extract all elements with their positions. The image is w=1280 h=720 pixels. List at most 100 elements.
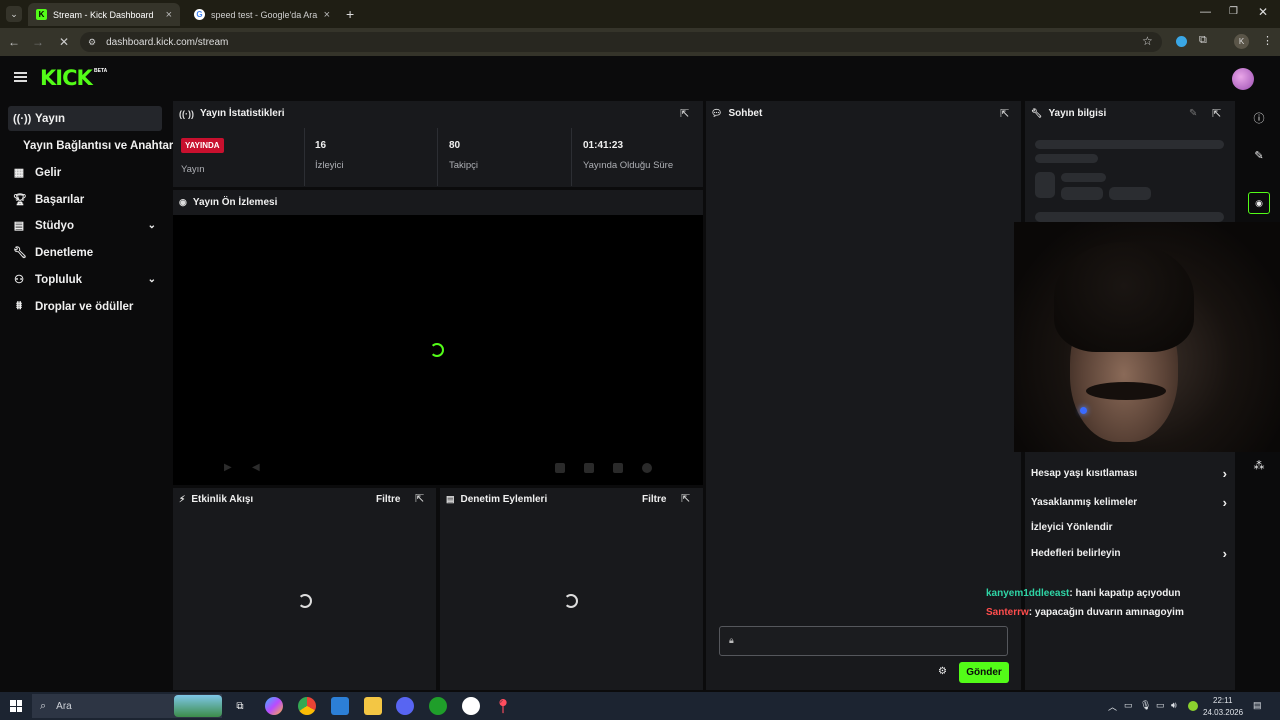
wrench-icon: 🔧︎ bbox=[13, 247, 27, 259]
sidebar-item-label: Droplar ve ödüller bbox=[35, 300, 134, 313]
url-text: dashboard.kick.com/stream bbox=[106, 36, 229, 48]
map-pin-app-icon[interactable]: 📍︎ bbox=[494, 697, 512, 715]
back-icon[interactable]: ← bbox=[6, 34, 22, 50]
tab-title: speed test - Google'da Ara bbox=[211, 9, 318, 20]
uptime-value: 01:41:23 bbox=[583, 140, 624, 151]
fullscreen-icon[interactable] bbox=[613, 463, 623, 473]
app-tray-icon[interactable] bbox=[1188, 701, 1198, 711]
lock-icon: 🔒︎ bbox=[729, 635, 734, 645]
extension-icon[interactable] bbox=[1176, 36, 1187, 47]
volume-tray-icon[interactable]: 🔊︎ bbox=[1171, 700, 1177, 711]
chat-username[interactable]: kanyem1ddleeast bbox=[986, 588, 1069, 599]
play-icon[interactable]: ▶ bbox=[224, 462, 232, 473]
webcam-overlay bbox=[1014, 222, 1280, 452]
speedometer-app-icon[interactable] bbox=[462, 697, 480, 715]
filter-button[interactable]: Filtre bbox=[376, 494, 400, 505]
menu-item-account-age[interactable]: Hesap yaşı kısıtlaması › bbox=[1031, 463, 1227, 483]
popout-icon[interactable]: ⇱ bbox=[680, 107, 689, 120]
sidebar-item-stream-key[interactable]: Yayın Bağlantısı ve Anahtarı bbox=[18, 133, 177, 158]
stat-cell-followers bbox=[438, 128, 572, 186]
tray-chevron-icon[interactable]: ︿ bbox=[1108, 700, 1117, 713]
user-avatar[interactable] bbox=[1232, 68, 1254, 90]
popout-icon[interactable]: ⇱ bbox=[1212, 107, 1221, 120]
preview-title: Yayın Ön İzlemesi bbox=[192, 197, 278, 208]
viewers-label: İzleyici bbox=[315, 160, 344, 171]
kick-logo[interactable]: KICK bbox=[40, 66, 93, 90]
kick-header bbox=[0, 56, 1280, 100]
site-info-icon[interactable]: ⚙ bbox=[88, 37, 96, 48]
filter-button[interactable]: Filtre bbox=[642, 494, 666, 505]
browser-menu-icon[interactable]: ⋮ bbox=[1262, 34, 1273, 47]
tab-kick-dashboard[interactable]: K Stream - Kick Dashboard × bbox=[28, 3, 180, 26]
copilot-icon[interactable] bbox=[265, 697, 283, 715]
edit-icon[interactable]: ✎ bbox=[1248, 144, 1270, 166]
stream-stats-header: ((·)) Yayın İstatistikleri bbox=[179, 108, 285, 119]
chat-text: : yapacağın duvarın amınagoyim bbox=[1028, 607, 1184, 618]
moderation-title: Denetim Eylemleri bbox=[460, 494, 548, 505]
discord-icon[interactable] bbox=[396, 697, 414, 715]
tab-search-icon[interactable]: ⌄ bbox=[6, 6, 22, 22]
sidebar-item-gelir[interactable]: ▦ Gelir bbox=[8, 160, 162, 185]
info-icon[interactable]: ⓘ bbox=[1248, 107, 1270, 129]
live-label: Yayın bbox=[181, 164, 205, 175]
chat-username[interactable]: Santerrw bbox=[986, 607, 1029, 618]
windows-start-icon[interactable] bbox=[10, 700, 22, 712]
preview-icon: ◉ bbox=[179, 197, 187, 207]
hamburger-menu-icon[interactable] bbox=[14, 72, 27, 82]
moderation-actions-header: ▤ Denetim Eylemleri bbox=[446, 494, 547, 505]
chrome-icon[interactable] bbox=[298, 697, 316, 715]
microphone-icon[interactable]: 🎙︎ bbox=[1140, 700, 1151, 711]
new-tab-button[interactable]: + bbox=[346, 6, 354, 22]
vscode-icon[interactable] bbox=[331, 697, 349, 715]
menu-item-banned-words[interactable]: Yasaklanmış kelimeler › bbox=[1031, 492, 1227, 512]
network-icon[interactable]: ▭ bbox=[1156, 700, 1165, 711]
task-view-icon[interactable]: ⧉ bbox=[231, 697, 249, 715]
minimize-icon[interactable]: — bbox=[1200, 6, 1211, 18]
sidebar-item-denetleme[interactable]: 🔧︎ Denetleme bbox=[8, 240, 162, 265]
chat-message: kanyem1ddleeast: hani kapatıp açıyodun bbox=[986, 588, 1181, 599]
popout-icon[interactable]: ⇱ bbox=[681, 492, 690, 505]
tab-google-search[interactable]: G speed test - Google'da Ara × bbox=[186, 3, 338, 26]
nodes-icon[interactable]: ⁂ bbox=[1248, 454, 1270, 476]
sidebar-item-topluluk[interactable]: ⚇ Topluluk ⌄ bbox=[8, 267, 162, 292]
volume-icon[interactable]: ◀︎ bbox=[252, 462, 260, 473]
sidebar-item-yayin[interactable]: ((·)) Yayın bbox=[8, 106, 162, 131]
preview-toggle-icon[interactable]: ◉ bbox=[1248, 192, 1270, 214]
taskbar-clock[interactable]: 22:11 bbox=[1213, 696, 1232, 705]
close-tab-icon[interactable]: × bbox=[166, 9, 172, 21]
chat-input[interactable]: 🔒︎ bbox=[719, 626, 1008, 656]
forward-icon[interactable]: → bbox=[30, 34, 46, 50]
sidebar-item-droplar[interactable]: ⩩ Droplar ve ödüller bbox=[8, 294, 162, 319]
revenue-icon: ▦ bbox=[13, 167, 25, 179]
restore-icon[interactable]: ❐ bbox=[1229, 6, 1238, 17]
close-window-icon[interactable]: ✕ bbox=[1258, 5, 1268, 19]
tab-title: Stream - Kick Dashboard bbox=[53, 9, 154, 20]
close-tab-icon[interactable]: × bbox=[324, 9, 330, 21]
chat-settings-icon[interactable]: ⚙ bbox=[938, 666, 947, 677]
sidebar-item-basarilar[interactable]: 🏆︎ Başarılar bbox=[8, 187, 162, 212]
tray-device-icon[interactable]: ▭ bbox=[1124, 700, 1133, 711]
bookmark-star-icon[interactable]: ☆ bbox=[1142, 34, 1153, 48]
extensions-puzzle-icon[interactable]: ⧉ bbox=[1199, 34, 1207, 47]
profile-avatar[interactable]: K bbox=[1234, 34, 1249, 49]
sidebar-item-studyo[interactable]: ▤ Stüdyo ⌄ bbox=[8, 213, 162, 238]
send-button[interactable]: Gönder bbox=[959, 662, 1009, 683]
chevron-right-icon: › bbox=[1222, 465, 1227, 481]
edit-pencil-icon[interactable]: ✎ bbox=[1189, 108, 1197, 119]
sidebar-item-label: Stüdyo bbox=[35, 219, 74, 232]
address-bar[interactable]: ⚙ dashboard.kick.com/stream bbox=[80, 32, 1162, 52]
clip-icon[interactable] bbox=[555, 463, 565, 473]
stat-cell-viewers bbox=[305, 128, 438, 186]
menu-item-raid[interactable]: İzleyici Yönlendir bbox=[1031, 517, 1227, 537]
xbox-icon[interactable] bbox=[429, 697, 447, 715]
skeleton-tag bbox=[1061, 187, 1103, 200]
taskbar-date[interactable]: 24.03.2026 bbox=[1203, 708, 1243, 717]
popout-icon[interactable]: ⇱ bbox=[415, 492, 424, 505]
theater-icon[interactable] bbox=[584, 463, 594, 473]
file-explorer-icon[interactable] bbox=[364, 697, 382, 715]
notification-icon[interactable]: ▤ bbox=[1253, 700, 1262, 711]
menu-item-goals[interactable]: Hedefleri belirleyin › bbox=[1031, 543, 1227, 563]
stop-loading-icon[interactable]: ✕ bbox=[56, 34, 72, 50]
settings-icon[interactable] bbox=[642, 463, 652, 473]
popout-icon[interactable]: ⇱ bbox=[1000, 107, 1009, 120]
